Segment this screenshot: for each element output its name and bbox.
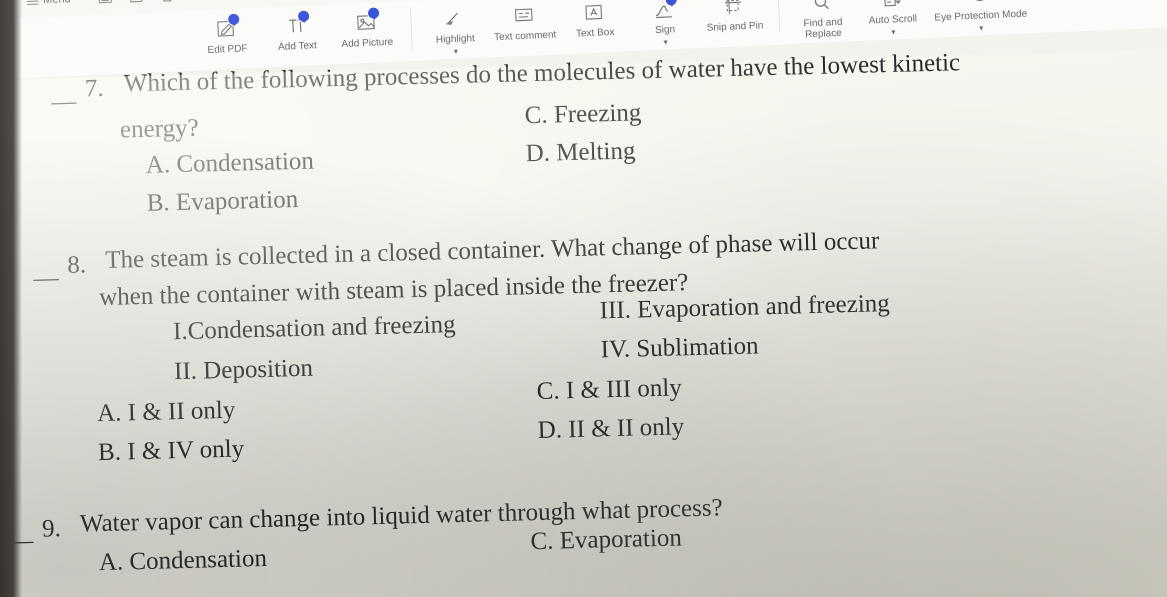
question-8-roman-4: IV. Sublimation — [600, 332, 759, 364]
sign-icon — [651, 0, 679, 22]
question-8-roman-1: I.Condensation and freezing — [172, 311, 456, 346]
vip-badge-icon — [366, 6, 381, 20]
vip-badge-icon — [296, 9, 311, 23]
snip-and-pin-label: Snip and Pin — [706, 20, 764, 34]
eye-protection-mode-button[interactable]: Eye Protection Mode ▾ — [927, 0, 1033, 36]
edit-pdf-icon — [213, 12, 241, 42]
question-7-number: 7. — [84, 74, 104, 103]
chevron-down-icon: ▾ — [891, 27, 896, 37]
question-9-number: 9. — [41, 515, 62, 543]
eye-protection-mode-label: Eye Protection Mode — [934, 8, 1028, 24]
question-8-number: 8. — [67, 251, 87, 279]
question-8-roman-3: III. Evaporation and freezing — [599, 290, 891, 325]
question-7-choice-c: C. Freezing — [524, 99, 642, 130]
text-comment-label: Text comment — [493, 29, 557, 44]
highlight-label: Highlight — [435, 33, 475, 46]
question-8-stem-line-1: The steam is collected in a closed conta… — [104, 227, 880, 274]
edit-pdf-button[interactable]: Edit PDF — [192, 12, 262, 57]
add-picture-icon — [353, 6, 381, 35]
pdf-page-viewport[interactable]: __ 7. Which of the following processes d… — [0, 25, 1167, 597]
eye-protection-icon — [966, 0, 993, 8]
question-8-choice-c: C. I & III only — [536, 374, 683, 406]
add-text-button[interactable]: Add Text — [262, 9, 332, 54]
snip-and-pin-icon — [721, 0, 748, 19]
question-7-choice-b: B. Evaporation — [146, 185, 299, 217]
auto-scroll-button[interactable]: Auto Scroll ▾ — [857, 0, 927, 39]
question-7-choice-d: D. Melting — [525, 137, 636, 168]
auto-scroll-label: Auto Scroll — [868, 13, 918, 27]
chevron-down-icon: ▾ — [663, 37, 668, 47]
scanned-worksheet: __ 7. Which of the following processes d… — [0, 46, 1167, 597]
find-and-replace-button[interactable]: Find and Replace — [787, 0, 857, 42]
sign-button[interactable]: Sign ▾ — [630, 0, 700, 49]
question-8-roman-2: II. Deposition — [173, 354, 314, 386]
text-box-button[interactable]: Text Box — [560, 0, 630, 52]
chevron-down-icon: ▾ — [453, 46, 459, 57]
question-9-choice-a: A. Condensation — [98, 544, 268, 577]
question-7-choice-a: A. Condensation — [145, 147, 315, 179]
find-and-replace-label: Find and Replace — [803, 16, 843, 41]
question-9-choice-c: C. Evaporation — [530, 524, 683, 556]
add-picture-label: Add Picture — [341, 36, 394, 51]
screen-bezel-left — [0, 0, 22, 597]
highlight-button[interactable]: Highlight ▾ — [420, 1, 490, 58]
hamburger-icon — [27, 0, 39, 7]
menu-button-label: Menu — [43, 0, 71, 6]
auto-scroll-icon — [878, 0, 905, 12]
question-8-blank: __ — [33, 256, 59, 284]
text-box-icon — [581, 0, 608, 25]
save-icon[interactable] — [96, 0, 113, 5]
question-7-stem-line-2: energy? — [119, 114, 199, 144]
text-comment-icon — [511, 3, 538, 28]
application-window: W Home PDF Menu — [0, 0, 1167, 597]
question-7-blank: __ — [50, 79, 77, 108]
photo-of-screen: W Home PDF Menu — [0, 0, 1167, 597]
undo-icon[interactable] — [190, 0, 207, 1]
add-picture-button[interactable]: Add Picture — [332, 5, 402, 50]
add-text-label: Add Text — [277, 40, 318, 53]
search-icon — [809, 0, 836, 15]
save-as-icon[interactable] — [128, 0, 143, 3]
vip-badge-icon — [226, 12, 241, 27]
menu-button[interactable]: Menu — [27, 0, 71, 7]
snip-and-pin-button[interactable]: Snip and Pin — [699, 0, 769, 46]
edit-pdf-label: Edit PDF — [207, 43, 248, 57]
question-8-choice-d: D. II & II only — [537, 413, 685, 444]
chevron-down-icon: ▾ — [979, 23, 984, 33]
text-comment-button[interactable]: Text comment — [490, 0, 560, 55]
question-8-choice-a: A. I & II only — [96, 396, 236, 428]
print-icon[interactable] — [158, 0, 175, 3]
text-box-label: Text Box — [575, 26, 615, 40]
ribbon-group-edit: Edit PDF Add Text Add Picture — [182, 1, 412, 57]
highlight-icon — [441, 6, 468, 31]
question-8-choice-b: B. I & IV only — [97, 435, 245, 467]
sign-label: Sign — [654, 24, 676, 37]
add-text-icon — [283, 9, 311, 38]
quick-access-toolbar — [96, 0, 267, 5]
